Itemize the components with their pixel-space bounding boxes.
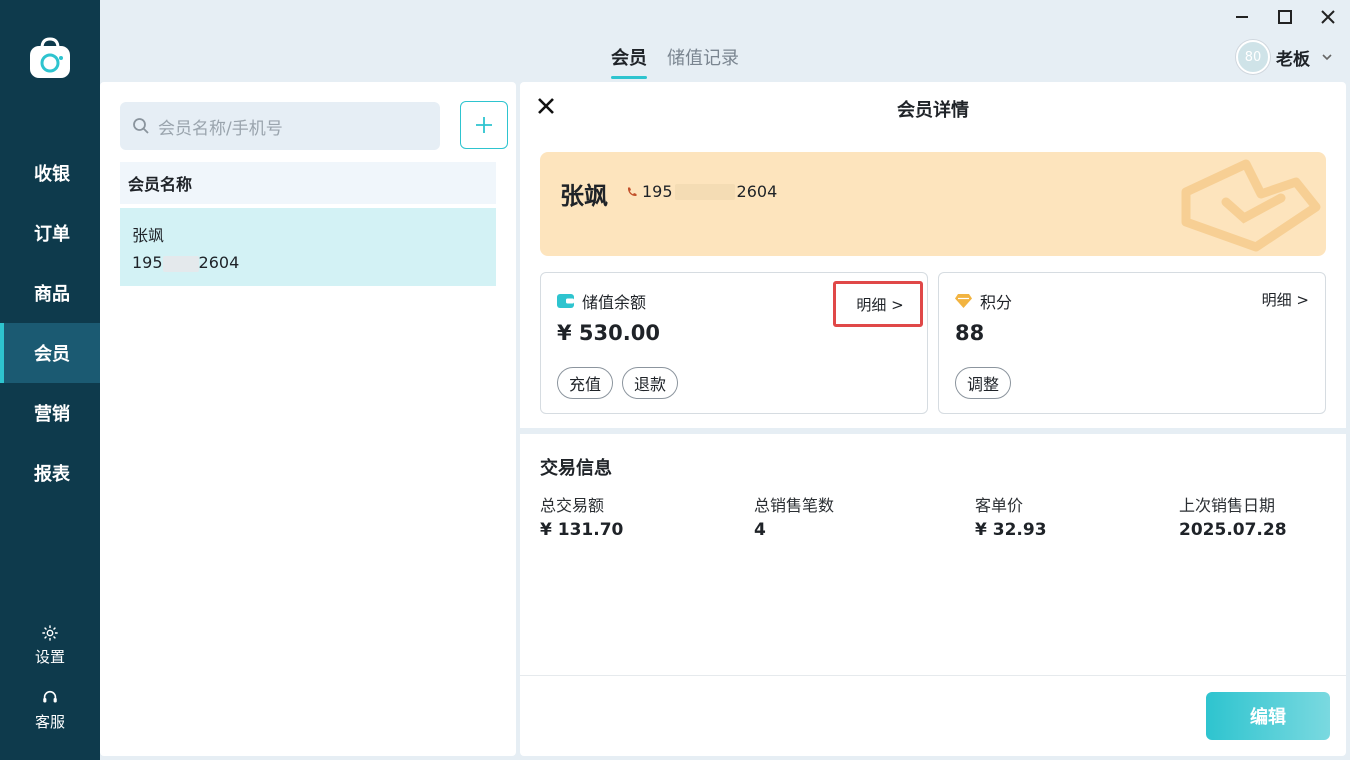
edit-button[interactable]: 编辑	[1206, 692, 1330, 740]
sidebar-item-reports[interactable]: 报表	[0, 443, 100, 503]
chevron-down-icon	[1322, 54, 1332, 61]
stat-label: 总交易额	[540, 496, 605, 515]
stored-value-box: 储值余额 明细 > ¥ 530.00 充值 退款	[540, 272, 928, 414]
tab-stored-value-records[interactable]: 储值记录	[667, 44, 739, 70]
page-title: 会员详情	[897, 100, 969, 121]
close-window-icon[interactable]	[1317, 6, 1339, 28]
stat-value: ¥ 131.70	[540, 520, 624, 540]
masked-digits	[674, 183, 735, 200]
diamond-icon	[955, 294, 972, 308]
sidebar: 收银 订单 商品 会员 营销 报表 设置 客服	[0, 0, 100, 760]
search-placeholder: 会员名称/手机号	[158, 118, 283, 139]
stored-value-title: 储值余额	[557, 289, 646, 313]
phone-suffix: 2604	[198, 253, 240, 272]
points-title: 积分	[955, 289, 1012, 313]
wallet-icon	[557, 294, 574, 308]
stat-average-price: 客单价 ¥ 32.93	[975, 492, 1047, 540]
sidebar-item-cashier[interactable]: 收银	[0, 143, 100, 203]
member-name: 张飒	[132, 226, 165, 245]
phone-prefix: 195	[642, 182, 673, 201]
divider	[520, 428, 1346, 434]
stat-value: 4	[754, 520, 766, 540]
phone-icon	[627, 187, 637, 196]
settings-label: 设置	[34, 648, 65, 666]
phone-prefix: 195	[132, 253, 163, 272]
stat-label: 客单价	[975, 496, 1024, 515]
trade-info-title: 交易信息	[540, 458, 612, 479]
user-menu[interactable]: 80 老板	[1236, 40, 1334, 74]
phone-suffix: 2604	[736, 182, 778, 201]
adjust-points-button[interactable]: 调整	[955, 367, 1012, 399]
headset-icon	[43, 690, 57, 703]
search-input[interactable]: 会员名称/手机号	[120, 102, 440, 150]
search-icon	[133, 118, 149, 134]
points-label: 积分	[980, 293, 1013, 312]
stored-value-amount: ¥ 530.00	[557, 321, 660, 345]
masked-digits	[162, 255, 199, 272]
stored-value-detail-link[interactable]: 明细 >	[833, 281, 923, 327]
refund-button[interactable]: 退款	[622, 367, 679, 399]
member-phone: 195 2604	[132, 249, 484, 276]
points-value: 88	[955, 321, 985, 345]
sidebar-item-members[interactable]: 会员	[0, 323, 100, 383]
settings-button[interactable]: 设置	[0, 624, 100, 667]
member-name: 张飒	[560, 182, 608, 210]
divider	[520, 675, 1346, 676]
sidebar-item-label: 营销	[34, 404, 70, 425]
sidebar-item-label: 订单	[34, 224, 70, 245]
stat-total-amount: 总交易额 ¥ 131.70	[540, 492, 623, 540]
sidebar-item-marketing[interactable]: 营销	[0, 383, 100, 443]
stat-value: ¥ 32.93	[975, 520, 1047, 540]
user-name: 老板	[1276, 49, 1310, 70]
column-header-member-name: 会员名称	[120, 162, 496, 204]
member-phone: 195 2604	[626, 182, 777, 201]
support-button[interactable]: 客服	[0, 689, 100, 732]
sidebar-item-products[interactable]: 商品	[0, 263, 100, 323]
plus-icon	[476, 117, 492, 133]
stat-sales-count: 总销售笔数 4	[754, 492, 834, 540]
gear-icon	[42, 625, 58, 641]
points-detail-link[interactable]: 明细 >	[1262, 289, 1309, 310]
stat-value: 2025.07.28	[1179, 520, 1287, 540]
member-card: 张飒 195 2604	[540, 152, 1326, 256]
minimize-icon[interactable]	[1231, 6, 1253, 28]
sidebar-item-label: 收银	[34, 164, 70, 185]
tab-members[interactable]: 会员	[611, 44, 647, 79]
stored-value-label: 储值余额	[582, 293, 647, 312]
sidebar-item-label: 会员	[34, 344, 70, 365]
list-item[interactable]: 张飒 195 2604	[120, 208, 496, 286]
shopping-bag-logo-icon[interactable]	[28, 36, 72, 80]
recharge-button[interactable]: 充值	[557, 367, 614, 399]
maximize-icon[interactable]	[1274, 6, 1296, 28]
sidebar-item-label: 报表	[34, 464, 70, 485]
sidebar-item-label: 商品	[34, 284, 70, 305]
stat-last-sale-date: 上次销售日期 2025.07.28	[1179, 492, 1287, 540]
member-list-panel: 会员名称/手机号 会员名称 张飒 195 2604	[100, 82, 516, 756]
support-label: 客服	[34, 713, 65, 731]
sidebar-item-orders[interactable]: 订单	[0, 203, 100, 263]
add-member-button[interactable]	[460, 101, 508, 149]
member-card-decoration-icon	[1181, 159, 1321, 252]
stat-label: 上次销售日期	[1179, 496, 1276, 515]
stat-label: 总销售笔数	[754, 496, 835, 515]
member-detail-panel: 会员详情 张飒 195 2604 储值余额 明细 > ¥ 530.00 充值 退…	[520, 82, 1346, 756]
points-box: 积分 明细 > 88 调整	[938, 272, 1326, 414]
avatar: 80	[1236, 40, 1270, 74]
